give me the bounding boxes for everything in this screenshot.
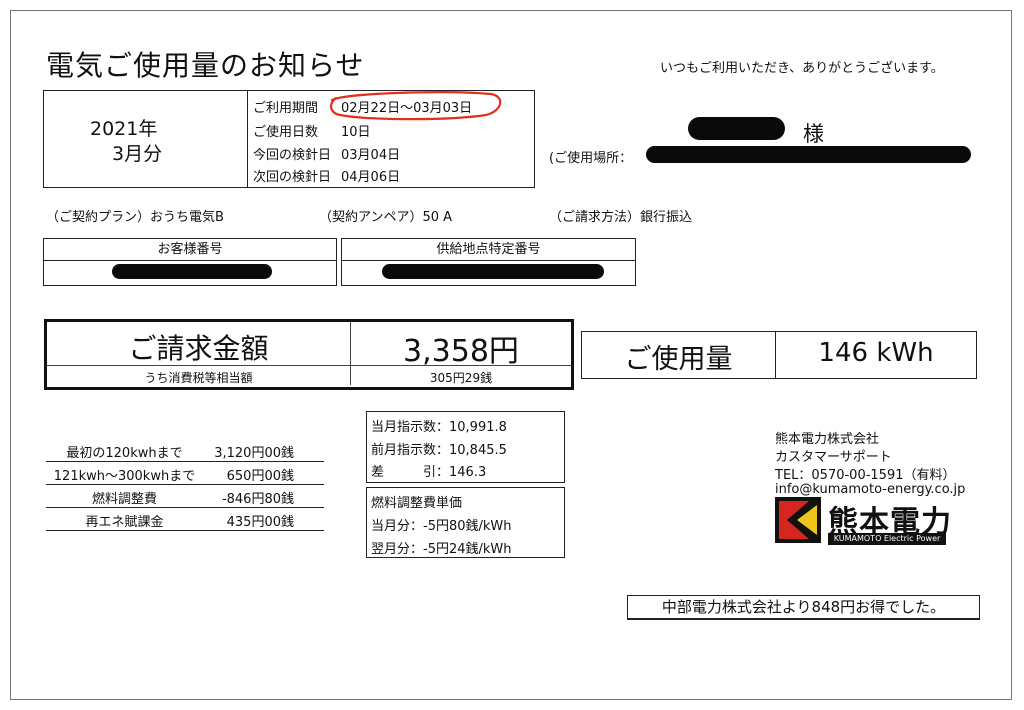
greeting-text: いつもご利用いただき、ありがとうございます。: [660, 61, 944, 76]
usage-days-value: 10日: [341, 125, 371, 140]
supply-point-redacted: [382, 264, 604, 279]
current-reading-value: 03月04日: [341, 148, 401, 163]
meter-difference: 差 引：146.3: [371, 465, 487, 480]
charge-row: 最初の120kwhまで 3,120円00銭: [46, 438, 324, 462]
contract-ampere: （契約アンペア）50 A: [319, 210, 453, 225]
charge-value: 3,120円00銭: [214, 446, 294, 461]
next-reading-label: 次回の検針日: [253, 170, 332, 185]
charge-row: 121kwh〜300kwhまで 650円00銭: [46, 461, 324, 485]
company-logo-icon: [775, 497, 821, 543]
next-reading-row: 次回の検針日 04月06日: [253, 166, 400, 185]
company-name: 熊本電力株式会社: [775, 432, 880, 447]
charge-label: 121kwh〜300kwhまで: [53, 469, 196, 484]
fuel-adjustment-this-month: 当月分：-5円80銭/kWh: [371, 519, 512, 534]
honorific-sama: 様: [803, 122, 824, 146]
customer-name-redacted: [688, 117, 785, 140]
customer-number-redacted: [112, 264, 272, 279]
usage-location-label: (ご使用場所：: [549, 151, 633, 166]
charge-value: -846円80銭: [221, 492, 294, 507]
billing-month: 2021年 3月分: [90, 117, 162, 167]
charge-value: 650円00銭: [226, 469, 294, 484]
next-reading-value: 04月06日: [341, 170, 401, 185]
customer-number-label: お客様番号: [44, 239, 336, 261]
red-annotation-circle: [330, 91, 502, 121]
company-tel: TEL：0570-00-1591（有料）: [775, 468, 956, 483]
charge-label: 燃料調整費: [91, 492, 157, 507]
billing-month-label: 3月分: [112, 143, 163, 165]
period-divider: [247, 90, 248, 188]
charge-value: 435円00銭: [226, 515, 294, 530]
usage-location-redacted: [646, 146, 971, 163]
tax-amount: 305円29銭: [429, 371, 493, 385]
charge-row: 燃料調整費 -846円80銭: [46, 484, 324, 508]
current-meter-reading: 当月指示数：10,991.8: [371, 420, 507, 435]
current-reading-label: 今回の検針日: [253, 148, 332, 163]
usage-value: 146 kWh: [818, 338, 934, 368]
company-dept: カスタマーサポート: [775, 450, 892, 465]
previous-meter-reading: 前月指示数：10,845.5: [371, 443, 507, 458]
billing-year: 2021年: [90, 118, 158, 140]
company-email[interactable]: info@kumamoto-energy.co.jp: [775, 482, 965, 497]
usage-label: ご使用量: [624, 344, 733, 375]
billing-amount-label: ご請求金額: [128, 332, 269, 365]
usage-days-row: ご使用日数 10日: [253, 121, 371, 140]
billing-amount-value: 3,358円: [403, 334, 519, 369]
page-title: 電気ご使用量のお知らせ: [46, 49, 365, 82]
fuel-adjustment-next-month: 翌月分：-5円24銭/kWh: [371, 542, 512, 557]
usage-days-label: ご使用日数: [253, 125, 319, 140]
current-reading-row: 今回の検針日 03月04日: [253, 144, 400, 163]
supply-point-label: 供給地点特定番号: [342, 239, 635, 261]
contract-plan: （ご契約プラン）おうち電気B: [46, 210, 224, 225]
charge-label: 再エネ賦課金: [85, 515, 164, 530]
fuel-adjustment-title: 燃料調整費単価: [371, 496, 463, 511]
tax-label: うち消費税等相当額: [144, 371, 253, 385]
company-logo-subtitle: KUMAMOTO Electric Power: [828, 533, 946, 545]
charge-label: 最初の120kwhまで: [66, 446, 183, 461]
payment-method: （ご請求方法）銀行振込: [549, 210, 693, 225]
charge-row: 再エネ賦課金 435円00銭: [46, 507, 324, 531]
savings-note: 中部電力株式会社より848円お得でした。: [627, 595, 980, 620]
